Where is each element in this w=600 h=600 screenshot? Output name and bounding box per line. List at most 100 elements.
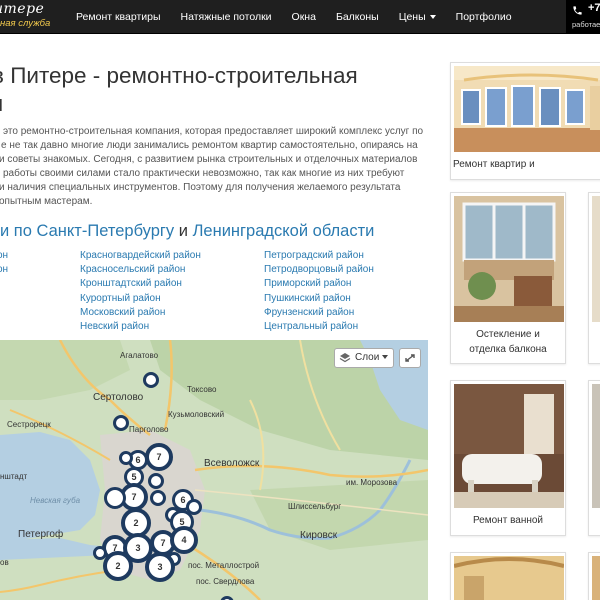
map-label-sverdlova: пос. Свердлова	[196, 577, 255, 586]
chevron-down-icon	[429, 15, 436, 20]
phone-block[interactable]: +7 работаем	[566, 0, 600, 34]
district-link[interactable]: Невский район	[80, 320, 201, 334]
district-link[interactable]: Петроградский район	[264, 249, 374, 263]
card-photo	[592, 384, 600, 508]
region-link[interactable]: Ленинградской области	[193, 222, 375, 240]
district-link[interactable]: Пушкинский район	[264, 292, 374, 306]
card-caption-line2: отделка балкона	[469, 344, 547, 355]
layers-icon	[339, 353, 351, 363]
nav-item-portfolio[interactable]: Портфолио	[446, 0, 522, 34]
map-layers-button[interactable]: Слои	[334, 348, 394, 368]
intro-line: это ремонтно-строительная компания, кото…	[3, 126, 424, 137]
map-label-peterhof: Петергоф	[18, 529, 64, 540]
map-cluster[interactable]: 3	[145, 552, 175, 582]
intro-line: е не так давно многие люди занимались ре…	[1, 140, 418, 151]
district-list-col2: Красногвардейский район Красносельский р…	[80, 249, 201, 334]
map-layers-label: Слои	[355, 352, 380, 363]
page-title-line2: я	[0, 90, 3, 118]
brand-logo[interactable]: итере ная служба	[0, 0, 70, 34]
card-photo	[592, 196, 600, 322]
map-label-sertolovo: Сертолово	[93, 392, 144, 403]
district-link[interactable]: Кронштадтский район	[80, 277, 201, 291]
district-link[interactable]: Центральный район	[264, 320, 374, 334]
top-navbar: итере ная служба Ремонт квартиры Натяжны…	[0, 0, 600, 34]
phone-number: +7	[588, 2, 600, 14]
card-caption: Ремонт квартир и	[453, 159, 535, 170]
brand-name: итере	[0, 1, 45, 17]
district-link[interactable]: Петродворцовый район	[264, 263, 374, 277]
service-card-partial[interactable]	[588, 192, 600, 364]
district-link[interactable]: он	[0, 249, 8, 263]
nav-item-windows[interactable]: Окна	[282, 0, 326, 34]
map-cluster[interactable]: 2	[103, 551, 133, 581]
map-marker[interactable]	[119, 451, 133, 465]
nav-item-apartment-repair[interactable]: Ремонт квартиры	[66, 0, 171, 34]
map-label-kronshtadt: нштадт	[0, 472, 28, 481]
nav-item-prices-label: Цены	[398, 11, 426, 23]
expand-icon	[405, 354, 415, 362]
card-photo	[592, 556, 600, 600]
service-card-balcony[interactable]: Остекление и отделка балкона	[450, 192, 566, 364]
district-list-col3: Петроградский район Петродворцовый район…	[264, 249, 374, 334]
intro-line: работы своими силами стало практически н…	[3, 168, 405, 179]
brand-tagline: ная служба	[0, 18, 51, 29]
map-label-lomonosov: ов	[0, 558, 9, 567]
map-label-pargolovo: Парголово	[129, 425, 169, 434]
intro-line: и наличия специальных инструментов. Поэт…	[0, 182, 401, 193]
nav-item-balconies[interactable]: Балконы	[326, 0, 389, 34]
district-link[interactable]: Курортный район	[80, 292, 201, 306]
intro-paragraph: это ремонтно-строительная компания, кото…	[0, 125, 440, 210]
map-label-nevskaya-guba: Невская губа	[30, 496, 81, 505]
map-cluster[interactable]: 4	[170, 526, 198, 554]
page: итере ная служба Ремонт квартиры Натяжны…	[0, 0, 600, 600]
service-card-partial[interactable]	[588, 380, 600, 536]
service-card-bathroom[interactable]: Ремонт ванной	[450, 380, 566, 536]
map-cluster[interactable]: 7	[145, 443, 173, 471]
service-card-interior[interactable]	[450, 552, 566, 600]
district-link[interactable]: Приморский район	[264, 277, 374, 291]
map-marker[interactable]	[143, 372, 159, 388]
phone-hours: работаем	[572, 20, 600, 29]
card-photo-balcony	[454, 196, 564, 322]
card-photo-interior	[454, 556, 564, 600]
map-label-kuzmolovsky: Кузьмоловский	[168, 410, 225, 419]
service-map[interactable]: Агалатово Сертолово Токсово Кузьмоловски…	[0, 340, 428, 600]
map-label-morozova: им. Морозова	[346, 478, 398, 487]
map-cluster-partial[interactable]	[104, 487, 126, 509]
nav-item-stretch-ceilings[interactable]: Натяжные потолки	[171, 0, 282, 34]
map-fullscreen-button[interactable]	[399, 348, 421, 368]
card-caption-line1: Остекление и	[476, 329, 540, 340]
phone-icon	[573, 6, 582, 15]
intro-line: и советы знакомых. Сегодня, с развитием …	[0, 154, 418, 165]
map-label-agalatovo: Агалатово	[120, 351, 159, 360]
map-label-sestroretsk: Сестрорецк	[7, 420, 51, 429]
nav-item-prices[interactable]: Цены	[389, 0, 446, 34]
service-card-partial[interactable]	[588, 552, 600, 600]
main-menu: Ремонт квартиры Натяжные потолки Окна Ба…	[66, 0, 522, 34]
service-card-apartment[interactable]: Ремонт квартир и	[450, 62, 600, 180]
district-link[interactable]: Красногвардейский район	[80, 249, 201, 263]
map-marker[interactable]	[150, 490, 166, 506]
district-link[interactable]: Красносельский район	[80, 263, 201, 277]
map-label-kirovsk: Кировск	[300, 530, 338, 541]
card-caption: Ремонт ванной	[472, 515, 544, 526]
districts-heading-and: и	[178, 222, 188, 240]
map-label-shlisselburg: Шлиссельбург	[288, 502, 342, 511]
city-link[interactable]: Санкт-Петербургу	[37, 222, 175, 240]
map-label-vsevolozhsk: Всеволожск	[204, 458, 260, 469]
district-link[interactable]: он	[0, 263, 8, 277]
district-link[interactable]: Московский район	[80, 306, 201, 320]
card-photo-bathroom	[454, 384, 564, 508]
map-label-metallostroy: пос. Металлострой	[188, 561, 260, 570]
districts-heading-prefix: и по	[0, 222, 32, 240]
district-list-col1: он он	[0, 249, 8, 277]
page-title-line1: в Питере - ремонтно-строительная	[0, 63, 358, 88]
card-photo-apartment	[454, 66, 600, 152]
map-marker[interactable]	[113, 415, 129, 431]
districts-heading: и по Санкт-Петербургу и Ленинградской об…	[0, 222, 374, 241]
page-title: в Питере - ремонтно-строительная я	[0, 62, 430, 122]
map-marker[interactable]	[148, 473, 164, 489]
chevron-down-icon	[382, 355, 389, 360]
district-link[interactable]: Фрунзенский район	[264, 306, 374, 320]
intro-line: опытным мастерам.	[0, 196, 93, 207]
